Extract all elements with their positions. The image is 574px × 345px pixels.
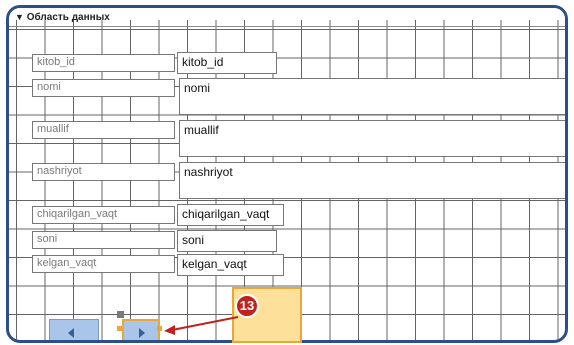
callout-arrow xyxy=(164,316,239,335)
